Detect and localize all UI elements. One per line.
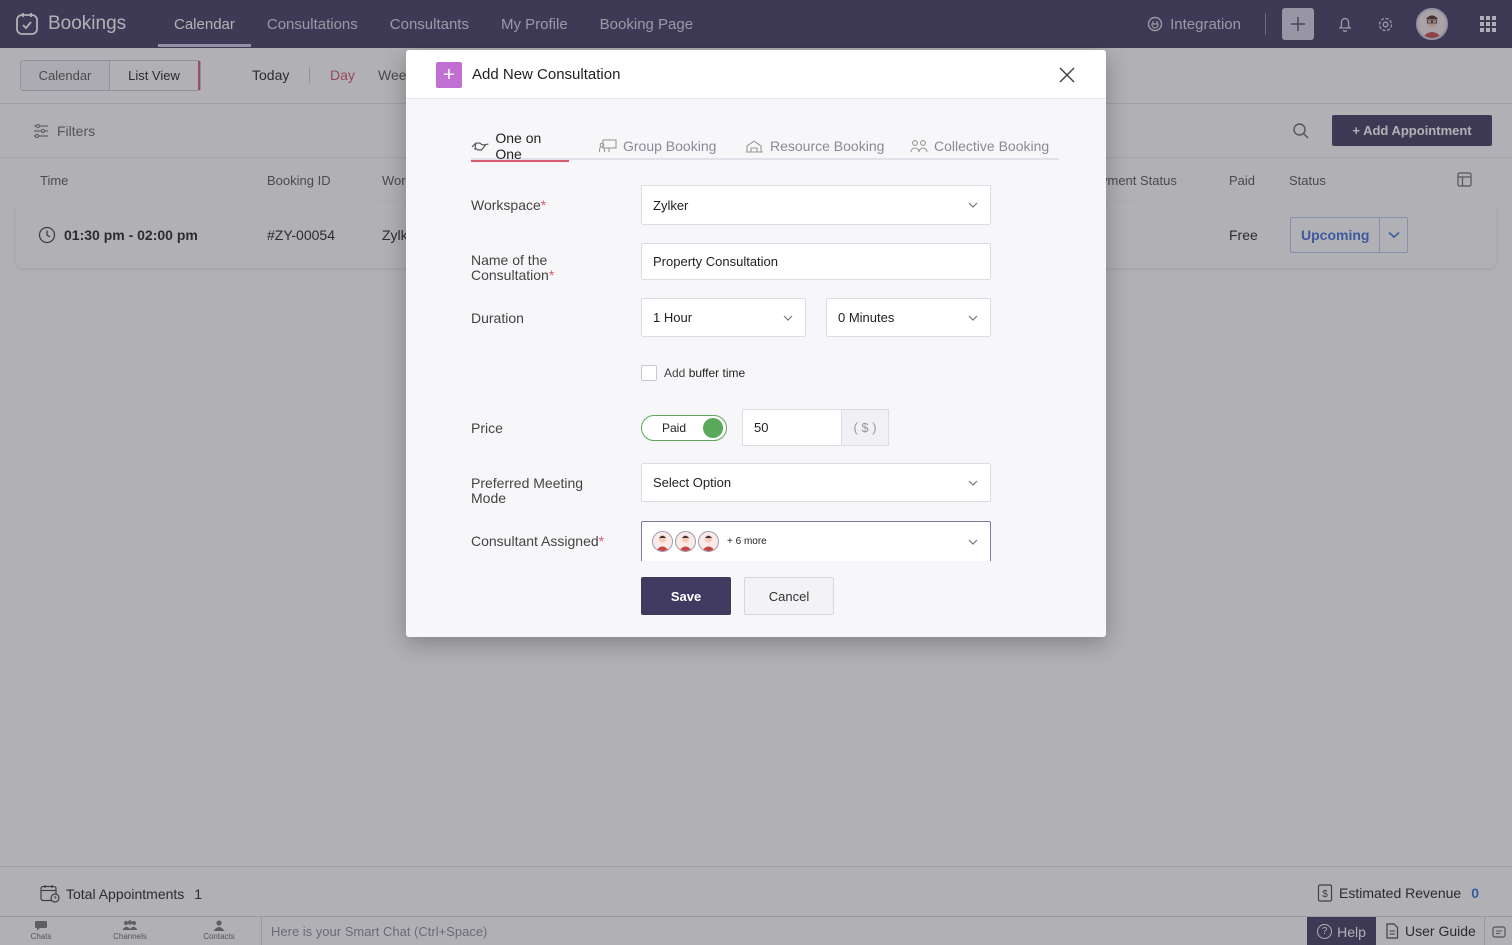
paid-toggle[interactable]: Paid — [641, 415, 727, 441]
presentation-board-icon — [599, 139, 617, 152]
consultant-avatar — [698, 531, 719, 552]
more-consultants-count: + 6 more — [727, 536, 767, 547]
consultant-avatar — [675, 531, 696, 552]
buffer-time-option[interactable]: Add buffer time — [641, 365, 745, 381]
handshake-icon — [471, 142, 489, 151]
workspace-value: Zylker — [653, 197, 689, 213]
add-consultation-dialog: + Add New Consultation One on One Group … — [406, 50, 1106, 637]
toggle-knob — [703, 418, 723, 438]
currency-unit: ( $ ) — [842, 409, 889, 446]
buffer-label-bold: buffer time — [688, 366, 746, 380]
consultant-avatar-icon — [656, 535, 669, 551]
duration-label: Duration — [471, 310, 524, 326]
consultant-avatar-icon — [702, 535, 715, 551]
booking-type-tabs: One on One Group Booking Resource Bookin… — [471, 130, 1059, 162]
consultant-assigned-select[interactable]: + 6 more — [641, 521, 991, 561]
chevron-down-icon — [968, 202, 978, 208]
tab-label: One on One — [495, 130, 542, 162]
duration-hours-value: 1 Hour — [653, 310, 693, 325]
dialog-title: Add New Consultation — [472, 66, 621, 83]
buffer-label-prefix: Add — [664, 366, 689, 380]
tab-label: Collective Booking — [934, 138, 1050, 154]
chevron-down-icon — [783, 315, 793, 321]
price-label: Price — [471, 420, 503, 436]
consultant-assigned-label: Consultant Assigned* — [471, 533, 605, 549]
chevron-down-icon — [968, 539, 978, 545]
chevron-down-icon — [968, 315, 978, 321]
buffer-time-checkbox[interactable] — [641, 365, 657, 381]
close-icon[interactable] — [1057, 65, 1077, 85]
collective-people-icon — [910, 140, 928, 153]
tab-label: Group Booking — [623, 138, 717, 154]
resource-building-icon — [746, 140, 763, 153]
consultation-name-value: Property Consultation — [653, 254, 779, 269]
tab-label: Resource Booking — [770, 138, 885, 154]
duration-minutes-select[interactable]: 0 Minutes — [826, 298, 991, 337]
tab-collective-booking[interactable]: Collective Booking — [910, 132, 1049, 160]
consultation-name-label: Name of the Consultation* — [471, 252, 555, 283]
duration-minutes-value: 0 Minutes — [838, 310, 895, 325]
duration-hours-select[interactable]: 1 Hour — [641, 298, 806, 337]
consultation-name-input[interactable]: Property Consultation — [641, 243, 991, 280]
cancel-button[interactable]: Cancel — [744, 577, 834, 615]
tab-one-on-one[interactable]: One on One — [471, 130, 569, 162]
tab-group-booking[interactable]: Group Booking — [599, 132, 716, 160]
meeting-mode-select[interactable]: Select Option — [641, 463, 991, 502]
add-plus-icon: + — [436, 62, 462, 88]
price-input[interactable]: 50 — [742, 409, 842, 446]
chevron-down-icon — [968, 480, 978, 486]
price-value: 50 — [754, 420, 769, 435]
workspace-label: Workspace* — [471, 197, 547, 213]
paid-toggle-label: Paid — [662, 421, 687, 435]
tab-resource-booking[interactable]: Resource Booking — [745, 132, 884, 160]
meeting-mode-value: Select Option — [653, 475, 732, 490]
consultant-avatar — [652, 531, 673, 552]
workspace-select[interactable]: Zylker — [641, 185, 991, 225]
consultant-avatar-icon — [679, 535, 692, 551]
dialog-header: + Add New Consultation — [406, 50, 1106, 99]
meeting-mode-label: Preferred Meeting Mode — [471, 475, 584, 506]
save-button[interactable]: Save — [641, 577, 731, 615]
